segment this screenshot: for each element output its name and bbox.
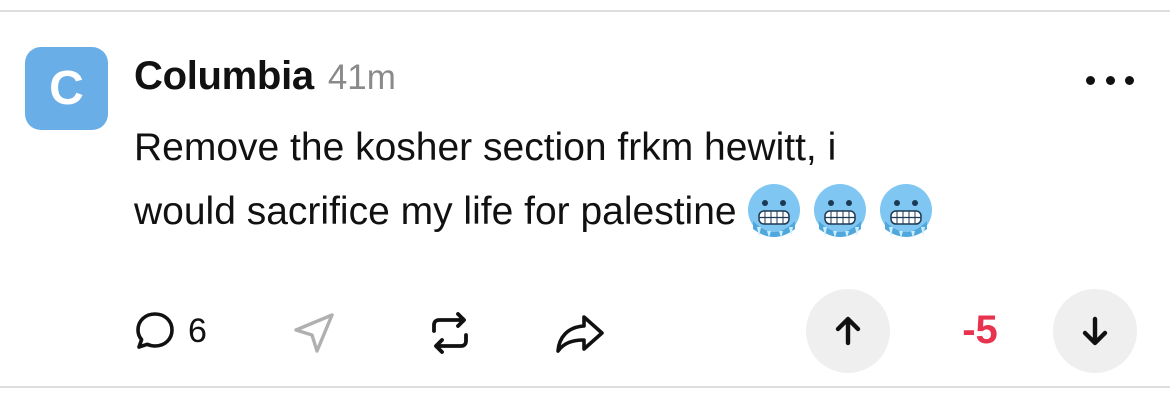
repost-icon: [432, 312, 468, 354]
post-body-line-2: would sacrifice my life for palestine: [134, 180, 1134, 244]
post-body: Remove the kosher section frkm hewitt, i…: [134, 116, 1134, 244]
arrow-up-icon: [835, 316, 861, 346]
comment-bubble-icon: [136, 312, 174, 349]
vote-score: -5: [962, 308, 998, 352]
cold-face-emoji-icon: [747, 183, 800, 238]
more-options-icon[interactable]: [1086, 68, 1134, 92]
post-card[interactable]: C Columbia 41m Remove the kosher section…: [0, 12, 1170, 386]
post-header: Columbia 41m: [134, 54, 396, 99]
avatar[interactable]: C: [25, 47, 108, 130]
send-icon: [294, 313, 334, 353]
comments-button[interactable]: 6: [134, 310, 207, 352]
forward-button[interactable]: [554, 309, 606, 357]
comment-count: 6: [188, 311, 207, 350]
emoji-group: [745, 181, 935, 239]
avatar-letter: C: [49, 61, 84, 115]
share-button[interactable]: [290, 309, 338, 357]
post-time: 41m: [327, 58, 396, 97]
upvote-button[interactable]: [806, 289, 890, 373]
cold-face-emoji-icon: [879, 183, 932, 238]
post-body-line-2-text: would sacrifice my life for palestine: [134, 190, 737, 233]
post-body-line-1: Remove the kosher section frkm hewitt, i: [134, 126, 837, 169]
arrow-down-icon: [1082, 316, 1108, 346]
downvote-button[interactable]: [1053, 289, 1137, 373]
forward-arrow-icon: [556, 315, 604, 353]
repost-button[interactable]: [426, 309, 474, 357]
bottom-divider: [0, 386, 1170, 388]
author-name[interactable]: Columbia: [134, 54, 314, 99]
cold-face-emoji-icon: [813, 183, 866, 238]
